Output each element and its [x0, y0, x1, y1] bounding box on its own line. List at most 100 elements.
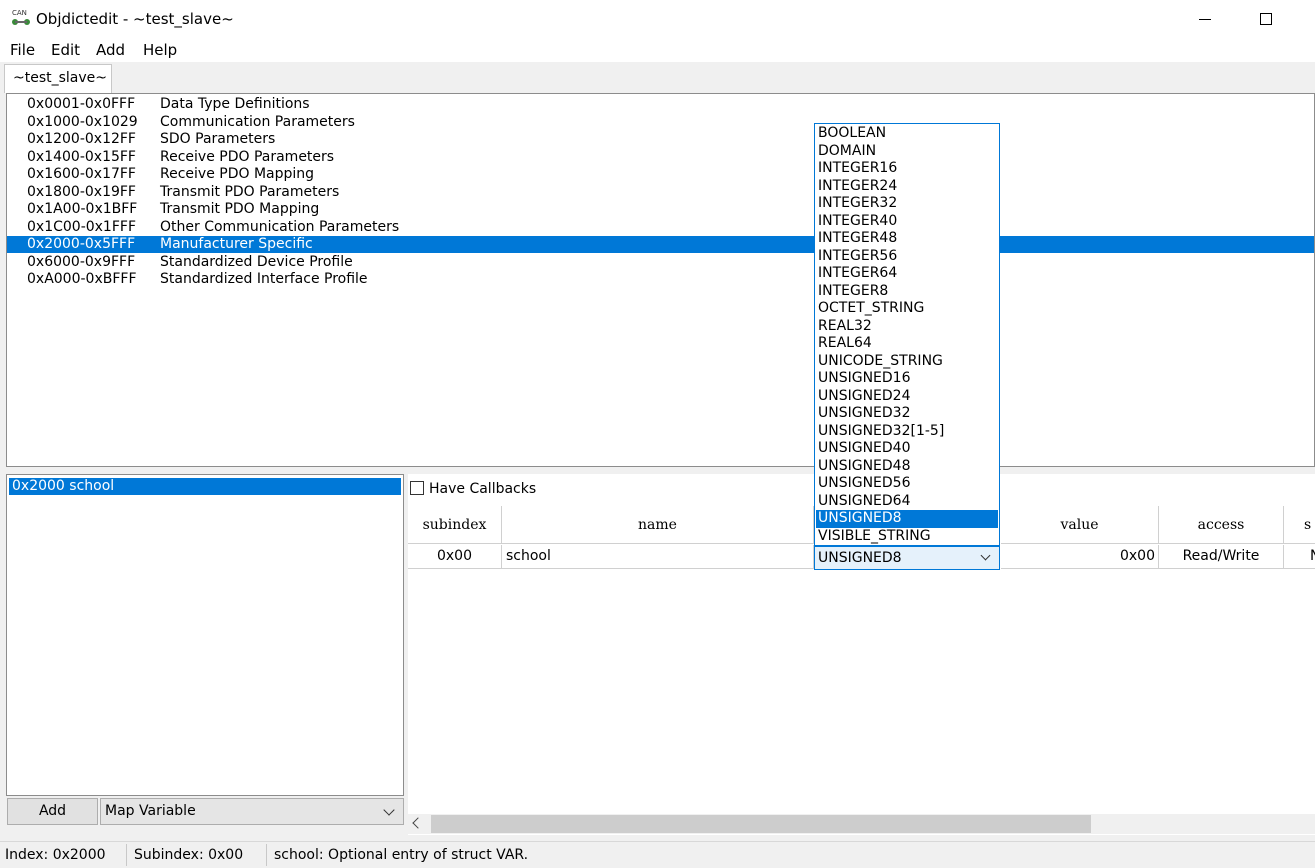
- status-message: school: Optional entry of struct VAR.: [274, 847, 529, 863]
- column-header-subindex[interactable]: subindex: [408, 506, 502, 544]
- column-header-save[interactable]: s: [1284, 506, 1315, 544]
- tab-label: ~test_slave~: [13, 70, 108, 86]
- range-description: Standardized Interface Profile: [160, 271, 368, 287]
- type-option[interactable]: UNSIGNED56: [816, 475, 998, 493]
- list-item[interactable]: 0x1A00-0x1BFF Transmit PDO Mapping: [7, 201, 1314, 218]
- menu-file[interactable]: File: [10, 41, 35, 59]
- type-option[interactable]: UNSIGNED40: [816, 440, 998, 458]
- list-item[interactable]: 0x2000 school: [9, 478, 401, 495]
- list-item[interactable]: 0xA000-0xBFFF Standardized Interface Prof…: [7, 271, 1314, 288]
- can-app-icon: CAN: [12, 9, 30, 25]
- type-option[interactable]: DOMAIN: [816, 143, 998, 161]
- type-option[interactable]: UNICODE_STRING: [816, 353, 998, 371]
- title-bar: CAN Objdictedit - ~test_slave~: [0, 0, 1315, 38]
- range-description: Other Communication Parameters: [160, 218, 400, 235]
- type-option[interactable]: REAL32: [816, 318, 998, 336]
- type-option[interactable]: REAL64: [816, 335, 998, 353]
- type-option[interactable]: INTEGER64: [816, 265, 998, 283]
- menu-bar: File Edit Add Help: [0, 38, 1315, 62]
- type-option[interactable]: INTEGER16: [816, 160, 998, 178]
- menu-help[interactable]: Help: [143, 41, 177, 59]
- cell-access[interactable]: Read/Write: [1159, 545, 1284, 569]
- range-label: 0xA000-0xBFFF: [27, 271, 137, 287]
- type-option[interactable]: UNSIGNED8: [816, 510, 998, 528]
- minimize-button[interactable]: [1185, 8, 1225, 30]
- type-combo[interactable]: UNSIGNED8: [814, 546, 1000, 570]
- cell-subindex[interactable]: 0x00: [408, 545, 502, 569]
- list-item[interactable]: 0x0001-0x0FFF Data Type Definitions: [7, 96, 1314, 113]
- svg-text:CAN: CAN: [12, 9, 27, 17]
- chevron-down-icon: [383, 804, 395, 816]
- status-divider: [126, 844, 127, 866]
- range-label: 0x1400-0x15FF: [27, 148, 136, 165]
- type-option[interactable]: UNSIGNED64: [816, 493, 998, 511]
- range-label: 0x0001-0x0FFF: [27, 96, 136, 112]
- type-option[interactable]: INTEGER48: [816, 230, 998, 248]
- list-item[interactable]: 0x1600-0x17FF Receive PDO Mapping: [7, 166, 1314, 183]
- range-label: 0x1A00-0x1BFF: [27, 201, 138, 217]
- add-button[interactable]: Add: [7, 798, 98, 825]
- type-option[interactable]: INTEGER32: [816, 195, 998, 213]
- type-option[interactable]: INTEGER56: [816, 248, 998, 266]
- type-option[interactable]: OCTET_STRING: [816, 300, 998, 318]
- type-option[interactable]: UNSIGNED32: [816, 405, 998, 423]
- range-description: SDO Parameters: [160, 131, 276, 147]
- map-combo-value: Map Variable: [105, 803, 196, 819]
- status-bar: Index: 0x2000 Subindex: 0x00 school: Opt…: [0, 841, 1315, 868]
- range-label: 0x6000-0x9FFF: [27, 253, 136, 270]
- type-option[interactable]: UNSIGNED16: [816, 370, 998, 388]
- column-header-name[interactable]: name: [502, 506, 814, 544]
- list-item[interactable]: 0x1400-0x15FF Receive PDO Parameters: [7, 149, 1314, 166]
- range-label: 0x1800-0x19FF: [27, 183, 136, 200]
- cell-value[interactable]: 0x00: [1001, 545, 1159, 569]
- tab-test-slave[interactable]: ~test_slave~: [4, 64, 112, 93]
- chevron-down-icon: [980, 550, 991, 561]
- type-combo-value: UNSIGNED8: [818, 550, 902, 566]
- range-label: 0x1600-0x17FF: [27, 166, 136, 182]
- status-subindex: Subindex: 0x00: [134, 847, 244, 863]
- range-description: Receive PDO Parameters: [160, 148, 335, 165]
- type-option[interactable]: UNSIGNED48: [816, 458, 998, 476]
- range-label: 0x1200-0x12FF: [27, 131, 136, 147]
- type-option[interactable]: INTEGER40: [816, 213, 998, 231]
- range-description: Receive PDO Mapping: [160, 166, 315, 182]
- list-item[interactable]: 0x6000-0x9FFF Standardized Device Profile: [7, 254, 1314, 271]
- range-description: Manufacturer Specific: [160, 236, 313, 252]
- type-dropdown-list[interactable]: BOOLEAN DOMAIN INTEGER16 INTEGER24 INTEGER32…: [814, 123, 1000, 546]
- list-item[interactable]: 0x1C00-0x1FFF Other Communication Paramet…: [7, 219, 1314, 236]
- type-option[interactable]: INTEGER24: [816, 178, 998, 196]
- cell-name[interactable]: school: [502, 545, 814, 569]
- type-option[interactable]: INTEGER8: [816, 283, 998, 301]
- range-label: 0x2000-0x5FFF: [27, 236, 136, 252]
- scrollbar-thumb[interactable]: [431, 815, 1091, 833]
- window-title: Objdictedit - ~test_slave~: [36, 10, 234, 28]
- column-header-access[interactable]: access: [1159, 506, 1284, 544]
- list-item[interactable]: 0x1000-0x1029 Communication Parameters: [7, 114, 1314, 131]
- entry-list[interactable]: 0x2000 school: [6, 474, 404, 796]
- menu-edit[interactable]: Edit: [51, 41, 80, 59]
- range-description: Transmit PDO Mapping: [160, 201, 320, 217]
- range-description: Communication Parameters: [160, 113, 355, 130]
- have-callbacks-label: Have Callbacks: [429, 481, 537, 497]
- maximize-button[interactable]: [1245, 8, 1285, 30]
- column-header-value[interactable]: value: [1001, 506, 1159, 544]
- menu-add[interactable]: Add: [96, 41, 125, 59]
- status-index: Index: 0x2000: [5, 847, 106, 863]
- list-item[interactable]: 0x2000-0x5FFF Manufacturer Specific: [7, 236, 1314, 253]
- have-callbacks-checkbox[interactable]: [410, 481, 424, 495]
- range-description: Standardized Device Profile: [160, 253, 353, 270]
- range-description: Data Type Definitions: [160, 96, 310, 112]
- type-option[interactable]: UNSIGNED32[1-5]: [816, 423, 998, 441]
- index-range-list[interactable]: 0x0001-0x0FFF Data Type Definitions 0x1000…: [6, 93, 1315, 467]
- map-variable-combo[interactable]: Map Variable: [100, 798, 404, 825]
- entry-label: 0x2000 school: [12, 478, 115, 494]
- cell-save[interactable]: N: [1284, 545, 1315, 569]
- type-option[interactable]: BOOLEAN: [816, 125, 998, 143]
- status-divider: [266, 844, 267, 866]
- type-option[interactable]: VISIBLE_STRING: [816, 528, 998, 546]
- range-label: 0x1000-0x1029: [27, 113, 138, 130]
- list-item[interactable]: 0x1200-0x12FF SDO Parameters: [7, 131, 1314, 148]
- list-item[interactable]: 0x1800-0x19FF Transmit PDO Parameters: [7, 184, 1314, 201]
- type-option[interactable]: UNSIGNED24: [816, 388, 998, 406]
- range-description: Transmit PDO Parameters: [160, 183, 340, 200]
